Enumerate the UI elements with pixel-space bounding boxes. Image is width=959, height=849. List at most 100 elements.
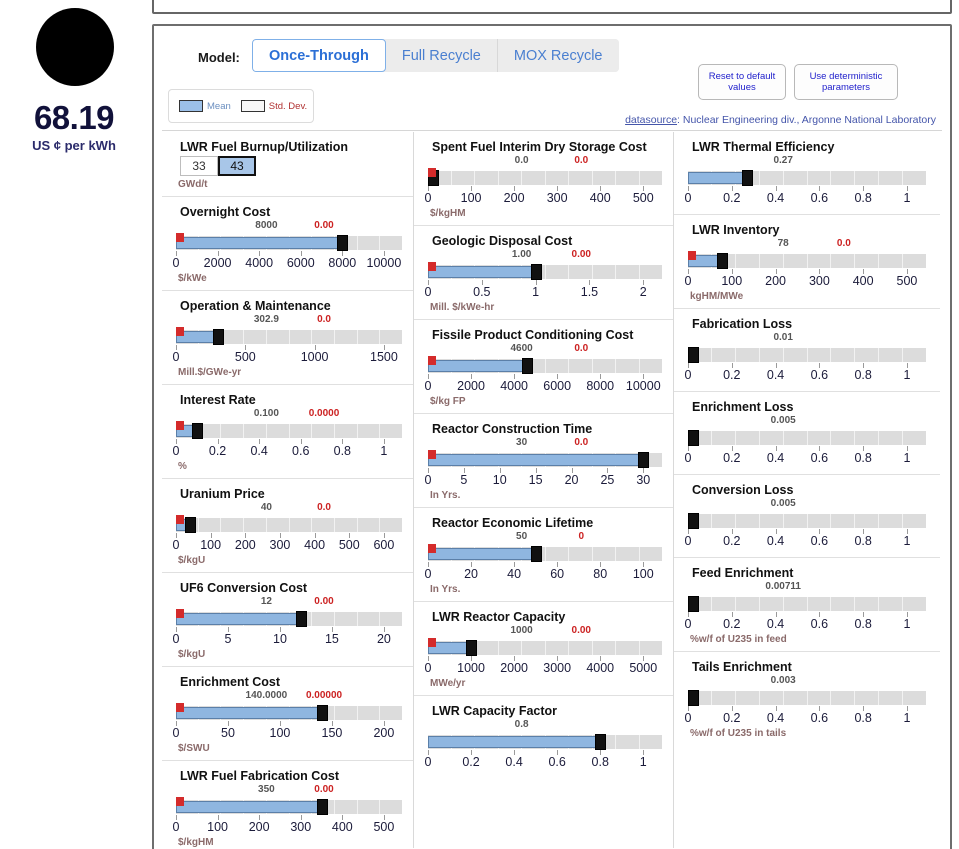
slider-track-cell [312, 424, 335, 438]
slider-track-cell [831, 597, 856, 611]
parameter-title: LWR Capacity Factor [432, 704, 558, 718]
slider-handle[interactable] [688, 513, 699, 529]
burnup-stepper[interactable]: 33 43 [180, 156, 413, 176]
slider-handle[interactable] [530, 264, 542, 280]
parameter-slider[interactable] [428, 262, 673, 280]
parameter-slider[interactable] [688, 595, 940, 612]
mean-value: 0.003 [770, 675, 796, 686]
parameter-units: %w/f of U235 in feed [690, 634, 787, 645]
slider-track-cell [808, 348, 832, 362]
slider-handle[interactable] [295, 611, 307, 627]
slider-handle[interactable] [638, 452, 650, 468]
slider-track-cell [380, 424, 402, 438]
slider-track[interactable] [688, 597, 926, 611]
parameter-title: Fabrication Loss [692, 317, 793, 331]
slider-stddev-marker[interactable] [428, 262, 436, 271]
slider-track[interactable] [428, 171, 662, 185]
slider-handle[interactable] [688, 430, 699, 446]
slider-handle[interactable] [184, 517, 196, 533]
slider-stddev-marker[interactable] [176, 703, 184, 712]
axis-tick-label: 300 [269, 538, 291, 552]
reset-defaults-button[interactable]: Reset to default values [698, 64, 786, 100]
slider-stddev-marker[interactable] [176, 327, 184, 336]
slider-track-cell [879, 691, 904, 705]
slider-handle[interactable] [530, 546, 542, 562]
parameter-card: Interest Rate 0.100 0.0000 0 0.2 0.4 0.6 0.8 1% [162, 385, 413, 479]
slider-track[interactable] [176, 518, 402, 532]
deterministic-parameters-button[interactable]: Use deterministic parameters [794, 64, 898, 100]
slider-handle[interactable] [316, 705, 328, 721]
axis-tick-label: 0.8 [333, 444, 352, 458]
parameter-slider[interactable] [688, 689, 940, 706]
model-tab-1[interactable]: Full Recycle [385, 39, 498, 72]
slider-stddev-marker[interactable] [428, 168, 436, 177]
model-segmented-control[interactable]: Once-Through Full Recycle MOX Recycle [252, 39, 619, 72]
parameter-slider[interactable] [176, 421, 413, 439]
slider-handle[interactable] [191, 423, 203, 439]
slider-handle[interactable] [688, 347, 699, 363]
slider-track-cell [736, 691, 760, 705]
axis-tick-label: 2000 [457, 379, 485, 393]
slider-stddev-marker[interactable] [176, 421, 184, 430]
stepper-option[interactable]: 33 [180, 156, 218, 176]
slider-handle[interactable] [212, 329, 224, 345]
parameter-slider[interactable] [688, 251, 940, 269]
slider-track-cell [522, 641, 546, 655]
axis-tick-label: 500 [896, 274, 918, 288]
slider-track-cell [358, 330, 381, 344]
slider-track-cell [221, 424, 245, 438]
parameter-slider[interactable] [688, 429, 940, 446]
parameter-slider[interactable] [428, 733, 673, 750]
parameter-slider[interactable] [428, 638, 673, 656]
slider-track-cell [380, 236, 402, 250]
slider-handle[interactable] [522, 358, 534, 374]
slider-handle[interactable] [595, 734, 607, 750]
app-root: 68.19 US ¢ per kWh Model: Once-Through Fu… [0, 0, 959, 849]
legend-stddev-label: Std. Dev. [268, 100, 308, 112]
slider-track-cell [335, 424, 358, 438]
parameter-slider[interactable] [688, 346, 940, 363]
slider-stddev-marker[interactable] [176, 515, 184, 524]
slider-handle[interactable] [688, 690, 699, 706]
parameter-slider[interactable] [428, 168, 673, 186]
slider-track[interactable] [688, 691, 926, 705]
slider-track[interactable] [688, 348, 926, 362]
parameter-slider[interactable] [176, 233, 413, 251]
parameter-slider[interactable] [176, 797, 413, 815]
model-tab-2[interactable]: MOX Recycle [497, 39, 619, 72]
slider-track[interactable] [688, 514, 926, 528]
slider-handle[interactable] [316, 799, 328, 815]
parameter-slider[interactable] [428, 356, 673, 374]
slider-stddev-marker[interactable] [428, 544, 436, 553]
slider-handle[interactable] [466, 640, 478, 656]
parameter-values: 0.27 [674, 155, 940, 168]
parameter-slider[interactable] [176, 703, 413, 721]
slider-track[interactable] [176, 424, 402, 438]
slider-track[interactable] [688, 431, 926, 445]
mean-value: 1.00 [511, 249, 532, 260]
parameter-slider[interactable] [176, 515, 413, 533]
datasource-link[interactable]: datasource [625, 114, 677, 126]
slider-handle[interactable] [688, 596, 699, 612]
parameter-slider[interactable] [688, 169, 940, 186]
datasource-note: datasource: Nuclear Engineering div., Ar… [625, 114, 936, 126]
stepper-option[interactable]: 43 [218, 156, 256, 176]
model-tab-0[interactable]: Once-Through [252, 39, 386, 72]
slider-stddev-marker[interactable] [176, 797, 184, 806]
slider-stddev-marker[interactable] [176, 233, 184, 242]
slider-axis: 0 5 10 15 20 25 30 [425, 468, 673, 490]
parameter-slider[interactable] [428, 450, 673, 468]
slider-stddev-marker[interactable] [428, 638, 436, 647]
parameter-slider[interactable] [428, 544, 673, 562]
slider-stddev-marker[interactable] [176, 609, 184, 618]
slider-handle[interactable] [742, 170, 754, 186]
parameter-slider[interactable] [688, 512, 940, 529]
parameter-slider[interactable] [176, 609, 413, 627]
slider-stddev-marker[interactable] [428, 356, 436, 365]
slider-handle[interactable] [337, 235, 349, 251]
parameter-title: Reactor Construction Time [432, 422, 593, 436]
parameter-slider[interactable] [176, 327, 413, 345]
slider-stddev-marker[interactable] [428, 450, 436, 459]
slider-stddev-marker[interactable] [688, 251, 696, 260]
slider-handle[interactable] [717, 253, 729, 269]
